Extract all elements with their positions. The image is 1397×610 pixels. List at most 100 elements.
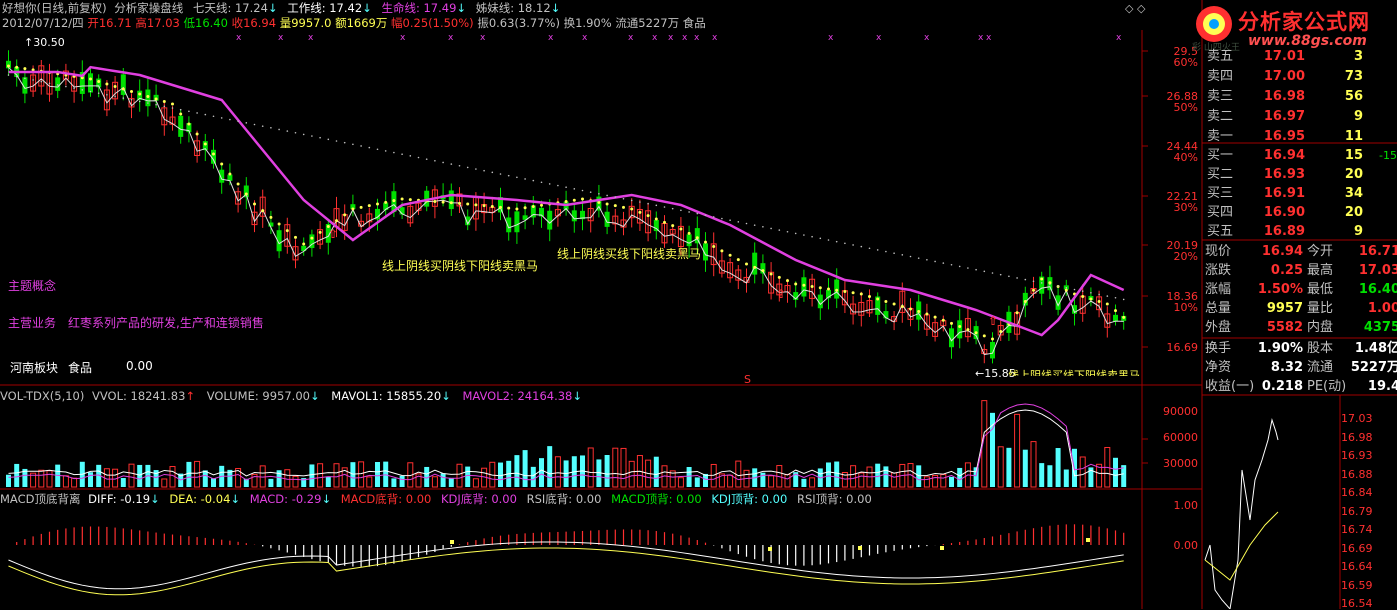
sister-line-dot [458,164,461,167]
sister-line-dot [1016,277,1018,279]
candle-body [178,115,184,137]
work-line-dot [1097,300,1101,303]
sister-line-dot [1081,290,1084,292]
stock-title: 好想你(日线,前复权) [2,1,107,15]
sister-line-dot [1008,275,1010,278]
work-line-dot [433,200,437,203]
event-mark: x [236,33,242,43]
order-volume: 20 [1344,167,1363,182]
volume-bar [309,464,315,487]
candle-body [752,252,758,275]
work-line-dot [671,224,675,228]
volume-bar [62,475,69,488]
sister-line-dot [1040,282,1043,284]
work-line-dot [999,330,1003,333]
work-line-dot [490,205,494,208]
order-sell-row: 卖二 16.97 9 [1207,107,1397,127]
event-mark: x [652,33,658,43]
volume-bar [883,466,889,487]
sister-line-dot [811,235,813,238]
sister-line-dot [630,199,633,202]
vol-name: VOL-TDX(5,10) [0,389,85,403]
sister-line-dot [434,160,436,162]
work-line-dot [515,207,519,211]
sister-line-dot [696,212,699,215]
sister-line-dot [827,239,830,241]
work-line-dot [162,100,166,103]
work-line-dot [458,201,461,205]
sister-line-dot [991,272,994,274]
sister-line-dot [147,102,149,104]
sister-line-dot [983,270,986,273]
sister-line-dot [73,87,75,89]
work-line-dot [572,198,576,202]
minute-tick-label: 16.74 [1341,523,1373,536]
work-line-dot [736,258,740,262]
volume-bar [875,463,881,487]
sister-line-dot [622,197,625,200]
order-buy-row: 买一 16.94 15 -15 [1207,146,1397,166]
work-line-dot [146,95,150,98]
event-mark: x [986,33,992,43]
work-line-dot [810,285,814,288]
sister-line-dot [975,268,977,271]
volume-bar [514,455,520,487]
site-logo[interactable]: 分析家公式网 www.88gs.com 彩 山四火王 [1190,0,1397,53]
volume-bar [1055,448,1061,487]
volume-bar [727,474,734,488]
candle-body [801,277,807,297]
work-line-dot [523,206,527,210]
high-marker: ↑30.50 [24,36,65,49]
order-price: 16.94 [1263,148,1305,163]
volume-bar [1047,465,1053,487]
sister-line-dot [507,174,510,177]
order-label: 买三 [1207,186,1234,201]
volume-bar [620,447,627,488]
minute-tick-label: 16.88 [1341,467,1373,481]
minute-tick-label: 16.93 [1341,449,1373,462]
sister-line-dot [499,173,502,175]
sister-line-dot [745,222,748,225]
sister-line-dot [335,140,338,142]
work-line-dot [318,230,322,234]
work-line-dot [1122,315,1126,319]
percent-tick-label: 20% [1173,250,1198,263]
work-line-dot [794,282,798,286]
float-shares: 流通5227万 [615,16,680,30]
volume-bar [997,446,1004,488]
sister-line-dot [261,125,264,127]
order-buy-row: 买二 16.93 20 [1207,165,1397,185]
volume-bar [768,475,775,488]
sister-line-dot [97,92,100,94]
stat-label: 量比 [1307,301,1334,316]
sister-line-dot [868,247,871,250]
sister-line-dot [122,97,125,99]
indicator-header: 好想你(日线,前复权) 分析家操盘线 七天线: 17.24↓ 工作线: 17.4… [2,1,561,15]
volume-bar [161,478,168,488]
work-line-dot [687,231,691,235]
work-line-dot [909,307,912,311]
sister-line-dot [655,204,658,207]
candle-body [514,211,520,233]
work-line-dot [753,265,757,269]
work-line-dot [679,227,683,231]
stat-label: 内盘 [1307,320,1334,335]
event-mark: x [978,33,984,43]
stat-label: 总量 [1205,301,1232,316]
order-label: 买二 [1207,167,1234,182]
open: 开16.71 [87,16,132,30]
work-line-dot [261,209,265,213]
volume-bar [628,460,635,488]
stat-label: 涨幅 [1205,282,1232,297]
work-line-dot [1023,300,1027,303]
panel-control-icon[interactable]: ◇ ◇ [1125,2,1145,15]
work-line-dot [950,321,953,325]
work-line-dot [343,213,347,217]
event-mark: x [876,33,882,43]
sister-line: 姊妹线: 18.12 [475,1,551,15]
volume-bar [1006,447,1012,487]
work-line-dot [507,206,511,210]
work-line-dot [335,219,338,223]
work-line-dot [958,325,962,328]
volume-bar [539,458,544,487]
